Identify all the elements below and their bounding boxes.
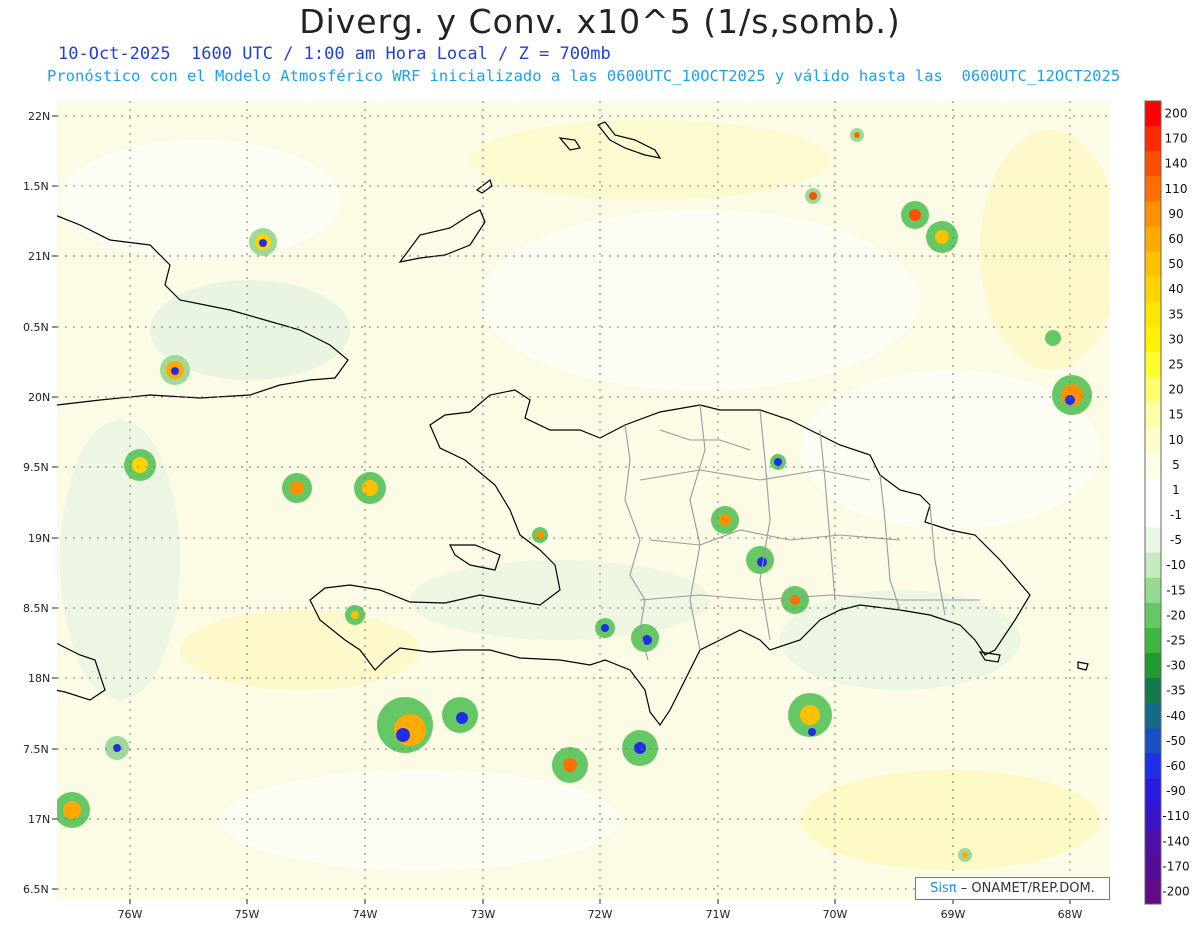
colorbar-label: 15 [1168, 408, 1183, 422]
colorbar-label: -20 [1166, 608, 1186, 622]
lon-label: 70W [823, 908, 848, 921]
colorbar-label: -1 [1170, 508, 1182, 522]
colorbar-swatch [1145, 226, 1161, 253]
colorbar-label: -35 [1166, 684, 1186, 698]
colorbar-swatch [1145, 703, 1161, 729]
colorbar-label: 1 [1172, 483, 1180, 497]
colorbar-label: -110 [1162, 809, 1189, 823]
colorbar-swatch [1145, 577, 1161, 604]
lat-label: 22N [28, 110, 50, 123]
colorbar-label: 110 [1165, 182, 1188, 196]
colorbar-swatch [1145, 101, 1161, 127]
lon-label: 73W [471, 908, 496, 921]
colorbar-label: 5 [1172, 458, 1180, 472]
colorbar-swatch [1145, 828, 1161, 855]
colorbar-label: 35 [1168, 307, 1183, 321]
colorbar-swatch [1145, 527, 1161, 554]
lat-label: 19N [28, 532, 50, 545]
colorbar-label: -170 [1162, 859, 1189, 873]
lat-label: 1.5N [23, 180, 49, 193]
colorbar-swatch [1145, 678, 1161, 704]
colorbar-swatch [1145, 878, 1161, 905]
sispi-logo-text: Sisπ [930, 881, 957, 896]
colorbar-label: -30 [1166, 659, 1186, 673]
colorbar-swatch [1145, 502, 1161, 529]
colorbar-swatch [1145, 653, 1161, 679]
colorbar-swatch [1145, 176, 1161, 202]
credit-text: – ONAMET/REP.DOM. [960, 881, 1095, 896]
colorbar-label: 40 [1168, 282, 1183, 296]
colorbar-swatch [1145, 803, 1161, 830]
colorbar-swatch [1145, 728, 1161, 754]
colorbar-swatch [1145, 402, 1161, 428]
colorbar-swatch [1145, 753, 1161, 780]
colorbar-label: 30 [1168, 332, 1183, 346]
colorbar-swatch [1145, 201, 1161, 227]
colorbar-swatch [1145, 326, 1161, 353]
colorbar-swatch [1145, 452, 1161, 478]
colorbar-label: -5 [1170, 533, 1182, 547]
lat-label: 7.5N [23, 743, 49, 756]
colorbar-swatch [1145, 853, 1161, 880]
colorbar-label: 10 [1168, 433, 1183, 447]
lat-label: 0.5N [23, 321, 49, 334]
colorbar-swatch [1145, 276, 1161, 303]
lat-label: 9.5N [23, 461, 49, 474]
lon-label: 71W [706, 908, 731, 921]
colorbar-label: -10 [1166, 558, 1186, 572]
colorbar-label: -40 [1166, 709, 1186, 723]
colorbar-label: -90 [1166, 784, 1186, 798]
lon-label: 69W [941, 908, 966, 921]
lat-label: 8.5N [23, 602, 49, 615]
colorbar-label: 200 [1165, 107, 1188, 121]
colorbar-label: -200 [1162, 884, 1189, 898]
colorbar-swatch [1145, 427, 1161, 453]
colorbar-label: 50 [1168, 257, 1183, 271]
lon-label: 74W [353, 908, 378, 921]
colorbar-label: 25 [1168, 357, 1183, 371]
latitude-labels: 22N 1.5N 21N 0.5N 20N 9.5N 19N 8.5N 18N … [23, 110, 50, 896]
colorbar-swatch [1145, 477, 1161, 503]
colorbar-swatch [1145, 778, 1161, 805]
colorbar-swatch [1145, 251, 1161, 278]
lon-label: 68W [1058, 908, 1083, 921]
lon-label: 75W [235, 908, 260, 921]
lat-label: 18N [28, 672, 50, 685]
colorbar-swatch [1145, 301, 1161, 328]
lon-label: 72W [588, 908, 613, 921]
credit-box: Sisπ – ONAMET/REP.DOM. [915, 877, 1110, 900]
colorbar-label: -50 [1166, 734, 1186, 748]
colorbar-swatch [1145, 377, 1161, 403]
colorbar-label: -25 [1166, 634, 1186, 648]
colorbar-swatch [1145, 151, 1161, 177]
colorbar: 200 170 140 110 90 60 50 40 35 30 25 20 15 10 5 1 -1 -5 -1… [1144, 100, 1190, 905]
lat-label: 20N [28, 391, 50, 404]
lat-label: 6.5N [23, 883, 49, 896]
colorbar-swatch [1145, 552, 1161, 579]
colorbar-label: -60 [1166, 759, 1186, 773]
colorbar-label: 90 [1168, 207, 1183, 221]
colorbar-label: 20 [1168, 383, 1183, 397]
lon-label: 76W [118, 908, 143, 921]
divergence-map: 22N 1.5N 21N 0.5N 20N 9.5N 19N 8.5N 18N … [23, 100, 1190, 921]
colorbar-swatch [1145, 627, 1161, 654]
colorbar-label: -15 [1166, 583, 1186, 597]
colorbar-label: 170 [1165, 132, 1188, 146]
colorbar-label: 60 [1168, 232, 1183, 246]
lat-label: 17N [28, 813, 50, 826]
lat-label: 21N [28, 250, 50, 263]
colorbar-swatch [1145, 351, 1161, 378]
colorbar-label: -140 [1162, 834, 1189, 848]
longitude-labels: 76W 75W 74W 73W 72W 71W 70W 69W 68W [118, 908, 1083, 921]
colorbar-swatch [1145, 602, 1161, 629]
colorbar-swatch [1145, 126, 1161, 152]
colorbar-label: 140 [1165, 157, 1188, 171]
